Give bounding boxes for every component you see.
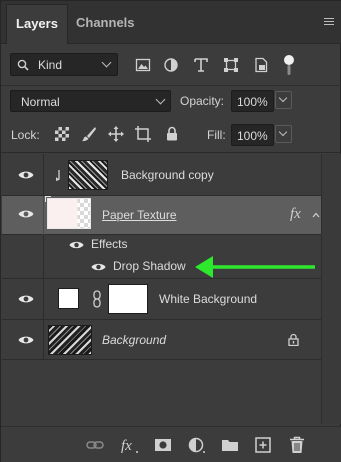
eye-visibility-icon[interactable]	[18, 170, 34, 180]
kind-filter-dropdown[interactable]: Kind	[10, 53, 118, 76]
bottom-toolbar: fx	[1, 426, 341, 462]
layer-name[interactable]: Background copy	[121, 168, 214, 182]
lock-artboard-icon[interactable]	[135, 126, 151, 142]
fill-value: 100%	[237, 129, 268, 143]
svg-text:fx: fx	[121, 438, 132, 454]
layers-panel: Layers Channels Kind Normal Opacity: 100…	[0, 0, 341, 462]
fill-label: Fill:	[207, 128, 226, 142]
image-filter-icon[interactable]	[135, 57, 151, 73]
collapse-effects-icon[interactable]	[312, 212, 320, 218]
row-divider	[43, 279, 44, 320]
search-icon	[17, 59, 29, 71]
lock-label: Lock:	[11, 128, 40, 142]
lock-icon	[288, 333, 299, 346]
layer-name[interactable]: Paper Texture	[102, 208, 177, 222]
chevron-down-icon	[101, 57, 112, 68]
fx-badge: fx	[290, 206, 301, 222]
row-divider	[43, 255, 44, 279]
layers-list: Background copy Paper Texture fx Effects…	[2, 154, 321, 424]
eye-visibility-icon[interactable]	[18, 335, 34, 345]
layer-thumbnail	[68, 160, 108, 190]
layer-name[interactable]: White Background	[159, 292, 257, 306]
fill-input[interactable]: 100%	[231, 124, 274, 146]
smart-object-filter-icon[interactable]	[253, 57, 269, 73]
eye-visibility-icon[interactable]	[18, 209, 34, 219]
delete-icon[interactable]	[288, 436, 306, 454]
chevron-down-icon	[278, 93, 288, 103]
layer-row-paper-texture[interactable]: Paper Texture fx	[2, 196, 321, 235]
lock-position-icon[interactable]	[108, 126, 124, 142]
opacity-value: 100%	[237, 95, 268, 109]
layer-name[interactable]: Background	[102, 333, 166, 347]
new-group-icon[interactable]	[221, 436, 239, 454]
tab-bar: Layers Channels	[1, 1, 341, 44]
link-layers-icon[interactable]	[86, 436, 104, 454]
effects-label: Effects	[91, 237, 128, 251]
drop-shadow-label: Drop Shadow	[113, 259, 186, 273]
layer-thumbnail	[47, 198, 91, 229]
blend-mode-value: Normal	[21, 95, 60, 109]
chevron-down-icon	[278, 127, 288, 137]
tab-layers[interactable]: Layers	[6, 4, 68, 44]
chain-link-icon[interactable]	[92, 290, 102, 308]
eye-visibility-icon[interactable]	[69, 240, 84, 250]
thumbnail-corner	[45, 196, 51, 202]
mask-thumbnail	[108, 284, 148, 314]
layers-scrollbar[interactable]	[321, 154, 341, 424]
adjustment-thumbnail	[58, 288, 79, 309]
layer-row-background-copy[interactable]: Background copy	[2, 154, 321, 196]
tab-channels[interactable]: Channels	[67, 4, 144, 44]
chevron-down-icon	[155, 94, 166, 105]
layer-thumbnail	[48, 325, 92, 355]
type-filter-icon[interactable]	[193, 57, 209, 73]
adjustment-filter-icon[interactable]	[163, 57, 179, 73]
adjustment-layer-icon[interactable]	[188, 436, 206, 454]
row-divider	[43, 235, 44, 255]
filter-toggle-icon[interactable]	[282, 54, 296, 76]
lock-image-pixels-icon[interactable]	[81, 126, 97, 142]
divider	[1, 152, 341, 153]
divider	[1, 85, 341, 86]
row-divider	[43, 320, 44, 360]
opacity-input[interactable]: 100%	[231, 90, 274, 112]
clipping-arrow-icon	[56, 170, 60, 181]
fill-dropdown-button[interactable]	[275, 125, 292, 143]
effects-row[interactable]: Effects	[2, 235, 321, 255]
eye-visibility-icon[interactable]	[18, 294, 34, 304]
drop-shadow-row[interactable]: Drop Shadow	[2, 255, 321, 279]
lock-all-icon[interactable]	[166, 126, 178, 141]
layer-row-white-background[interactable]: White Background	[2, 279, 321, 320]
kind-value: Kind	[38, 58, 63, 72]
lock-transparent-pixels-icon[interactable]	[55, 127, 69, 141]
panel-menu-icon[interactable]	[324, 18, 334, 26]
green-arrow-icon	[195, 256, 315, 278]
opacity-label: Opacity:	[180, 94, 225, 108]
new-layer-icon[interactable]	[254, 436, 272, 454]
shape-filter-icon[interactable]	[223, 57, 239, 73]
add-mask-icon[interactable]	[154, 436, 172, 454]
layer-row-background[interactable]: Background	[2, 320, 321, 360]
opacity-dropdown-button[interactable]	[275, 91, 292, 109]
blend-mode-dropdown[interactable]: Normal	[10, 90, 171, 112]
eye-visibility-icon[interactable]	[91, 262, 106, 272]
fx-icon[interactable]: fx	[120, 436, 140, 454]
row-divider	[43, 154, 44, 196]
row-divider	[43, 196, 44, 235]
